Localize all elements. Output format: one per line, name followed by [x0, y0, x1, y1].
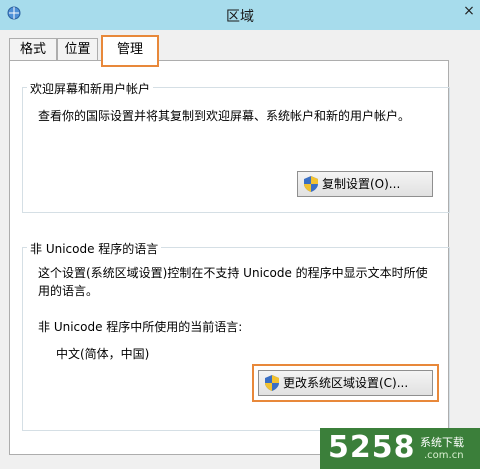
change-system-locale-button[interactable]: 更改系统区域设置(C)... — [258, 370, 433, 396]
non-unicode-description-line2: 用的语言。 — [38, 284, 99, 298]
copy-settings-label: 复制设置(O)... — [322, 177, 401, 191]
current-language-value: 中文(简体，中国) — [56, 347, 150, 361]
window-title: 区域 — [226, 9, 254, 25]
non-unicode-description-line1: 这个设置(系统区域设置)控制在不支持 Unicode 的程序中显示文本时所使 — [38, 266, 428, 280]
welcome-description: 查看你的国际设置并将其复制到欢迎屏幕、系统帐户和新的用户帐户。 — [38, 109, 411, 123]
watermark-site-name: 系统下载 — [420, 436, 464, 449]
uac-shield-icon — [265, 375, 279, 391]
tab-administrative[interactable]: 管理 — [101, 35, 159, 67]
tab-format[interactable]: 格式 — [9, 38, 57, 60]
title-bar: 区域 × — [0, 0, 480, 30]
change-system-locale-label: 更改系统区域设置(C)... — [283, 376, 409, 390]
close-button[interactable]: × — [458, 0, 480, 22]
tab-location[interactable]: 位置 — [57, 38, 98, 60]
uac-shield-icon — [304, 176, 318, 192]
copy-settings-button[interactable]: 复制设置(O)... — [297, 171, 433, 197]
watermark-domain: .com.cn — [424, 450, 464, 461]
welcome-group-title: 欢迎屏幕和新用户帐户 — [27, 80, 154, 97]
non-unicode-group-title: 非 Unicode 程序的语言 — [27, 240, 162, 257]
site-watermark: 5258 系统下载 .com.cn — [320, 428, 480, 469]
watermark-number: 5258 — [328, 430, 416, 465]
current-language-label: 非 Unicode 程序中所使用的当前语言: — [38, 320, 243, 334]
